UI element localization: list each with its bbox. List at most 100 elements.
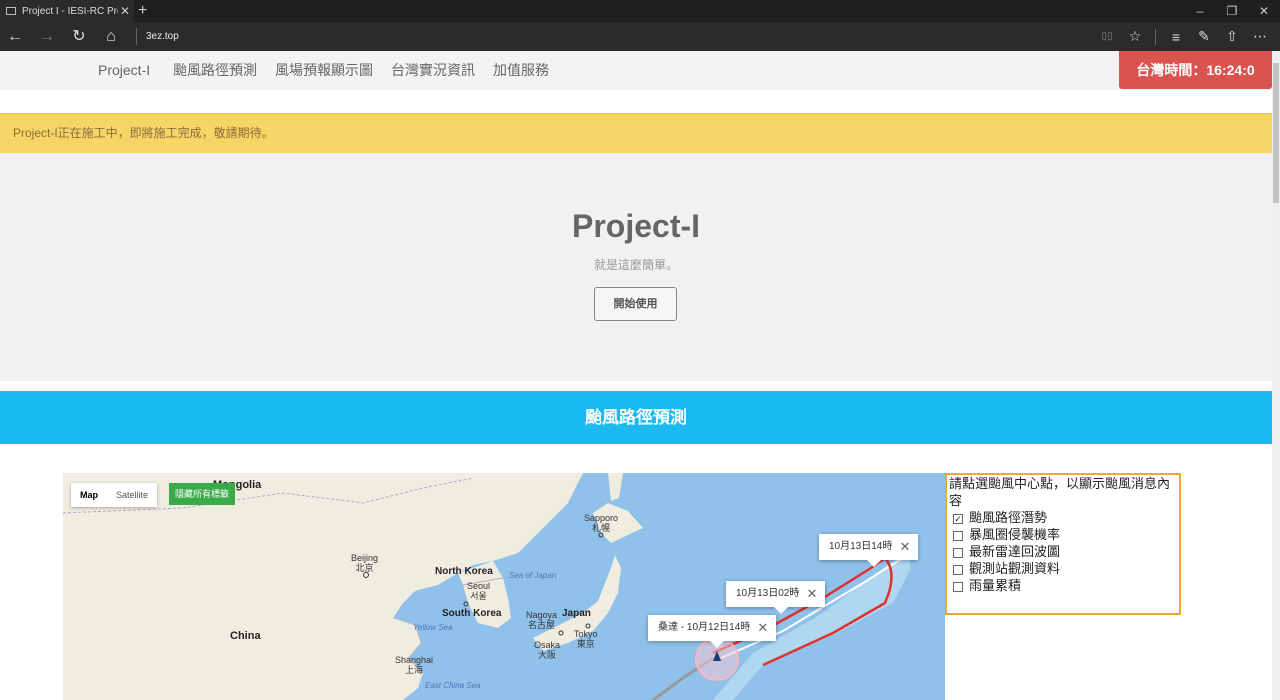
map-label-south-korea: South Korea [442,608,502,619]
checkbox-rainfall[interactable] [953,581,963,592]
infowindow-text: 10月13日14時 [829,541,893,552]
infowindow-close-icon[interactable]: ✕ [899,534,910,560]
sapporo-en: Sapporo [584,513,619,523]
infowindow-oct13-14[interactable]: 10月13日14時 ✕ [819,534,919,567]
url-divider [136,28,137,45]
nagoya-en: Nagoya [526,610,558,620]
section-header-typhoon: 颱風路徑預測 [0,391,1272,444]
taiwan-time-badge: 台灣時間：16:24:0 [1119,51,1272,89]
share-icon[interactable]: ⇧ [1218,28,1246,45]
shanghai-en: Shanghai [395,655,434,665]
address-bar: ← → ↻ ⌂ 3ez.top ▯▯ ☆ ≡ ✎ ⇧ ⋯ [0,22,1280,51]
option-storm-probability[interactable]: 暴風圈侵襲機率 [949,527,1177,544]
infowindow-pointer [710,641,724,648]
map-label-north-korea: North Korea [435,566,493,577]
map-label-sapporo: Sapporo 札幌 [584,513,618,533]
nav-brand[interactable]: Project-I [98,51,150,90]
map-label-japan: Japan [562,608,591,619]
hero-title: Project-I [571,208,701,244]
more-icon[interactable]: ⋯ [1246,28,1274,45]
osaka-en: Osaka [534,640,561,650]
scrollbar-thumb[interactable] [1273,63,1279,203]
infowindow-oct12-14[interactable]: 桑達 - 10月12日14時 ✕ [648,615,777,648]
map-type-map-button[interactable]: Map [71,483,107,507]
window-controls: – ❐ ✕ [1184,0,1280,22]
browser-tab[interactable]: Project I - IESI-RC Produ ✕ [0,0,134,22]
url-field[interactable]: 3ez.top [146,22,179,51]
back-icon[interactable]: ← [3,22,27,51]
nav-item-value-added[interactable]: 加值服務 [493,51,549,90]
browser-titlebar: Project I - IESI-RC Produ ✕ + – ❐ ✕ [0,0,1280,22]
jumbotron: Project-I 就是這麼簡單。 開始使用 [0,153,1272,381]
hide-all-labels-button[interactable]: 隱藏所有標籤 [169,483,236,505]
shanghai-zh: 上海 [405,665,424,675]
home-icon[interactable]: ⌂ [99,22,123,51]
checkbox-storm-probability[interactable] [953,530,963,541]
infowindow-close-icon[interactable]: ✕ [757,615,768,641]
tab-close-icon[interactable]: ✕ [120,4,130,18]
infowindow-close-icon[interactable]: ✕ [806,581,817,607]
new-tab-icon[interactable]: + [138,2,147,20]
map-label-china: China [230,630,261,642]
checkbox-radar[interactable] [953,547,963,558]
page-scrollbar[interactable] [1272,51,1280,700]
infowindow-oct13-02[interactable]: 10月13日02時 ✕ [726,581,826,614]
seoul-en: Seoul [467,581,491,591]
minimize-icon[interactable]: – [1184,0,1216,22]
map-label-yellow-sea: Yellow Sea [413,623,453,632]
map-label-beijing: Beijing 北京 [351,553,378,573]
maximize-icon[interactable]: ❐ [1216,0,1248,22]
window-close-icon[interactable]: ✕ [1248,0,1280,22]
map-label-osaka: Osaka 大阪 [534,640,560,660]
city-dot-sapporo [598,532,604,538]
option-label: 雨量累積 [969,579,1022,594]
web-note-icon[interactable]: ✎ [1190,28,1218,45]
infowindow-text: 10月13日02時 [736,588,800,599]
option-station-data[interactable]: 觀測站觀測資料 [949,561,1177,578]
favorite-star-icon[interactable]: ☆ [1121,28,1149,45]
map-label-east-china-sea: East China Sea [425,681,481,690]
hero-subtitle: 就是這麼簡單。 [593,258,678,272]
map-label-seoul: Seoul 서울 [467,581,490,601]
browser-toolbar: ▯▯ ☆ ≡ ✎ ⇧ ⋯ [1093,22,1274,51]
tokyo-zh: 東京 [576,639,595,649]
construction-alert: Project-I正在施工中，即將施工完成，敬請期待。 [0,113,1272,153]
site-navbar: Project-I 颱風路徑預測 風場預報顯示圖 台灣實況資訊 加值服務 [0,51,1272,90]
option-rainfall[interactable]: 雨量累積 [949,578,1177,595]
checkbox-station-data[interactable] [953,564,963,575]
reading-view-icon[interactable]: ▯▯ [1093,31,1121,42]
map-type-satellite-button[interactable]: Satellite [107,483,157,507]
map-label-tokyo: Tokyo 東京 [574,629,598,649]
forward-icon[interactable]: → [35,22,59,51]
typhoon-map[interactable]: Mongolia Beijing 北京 China North Korea Seo… [63,473,945,700]
option-track-potential[interactable]: ✓ 颱風路徑潛勢 [949,510,1177,527]
tab-title: Project I - IESI-RC Produ [22,5,118,17]
nagoya-zh: 名古屋 [528,620,556,630]
infowindow-text: 桑達 - 10月12日14時 [658,622,751,633]
option-radar[interactable]: 最新雷達回波圖 [949,544,1177,561]
start-button[interactable]: 開始使用 [594,287,677,321]
infowindow-pointer [774,607,788,614]
option-label: 觀測站觀測資料 [969,562,1061,577]
typhoon-options-panel: 請點選颱風中心點，以顯示颱風消息內容 ✓ 颱風路徑潛勢 暴風圈侵襲機率 最新雷達… [945,473,1181,615]
option-label: 暴風圈侵襲機率 [969,528,1061,543]
sapporo-zh: 札幌 [592,523,611,533]
refresh-icon[interactable]: ↻ [67,22,91,51]
nav-item-wind-field[interactable]: 風場預報顯示圖 [275,51,373,90]
option-label: 颱風路徑潛勢 [969,511,1048,526]
checkbox-track-potential[interactable]: ✓ [953,513,963,525]
infowindow-pointer [867,560,881,567]
map-label-sea-of-japan: Sea of Japan [509,571,557,580]
beijing-zh: 北京 [355,563,374,573]
seoul-ko: 서울 [470,591,487,601]
option-label: 最新雷達回波圖 [969,545,1061,560]
beijing-en: Beijing [351,553,379,563]
nav-item-typhoon-track[interactable]: 颱風路徑預測 [173,51,257,90]
osaka-zh: 大阪 [538,650,557,660]
map-type-control: Map Satellite [71,483,158,507]
map-label-shanghai: Shanghai 上海 [395,655,433,675]
page-icon [6,7,16,15]
nav-item-taiwan-live[interactable]: 台灣實況資訊 [391,51,475,90]
hub-icon[interactable]: ≡ [1162,29,1190,45]
map-label-nagoya: Nagoya 名古屋 [526,610,557,630]
